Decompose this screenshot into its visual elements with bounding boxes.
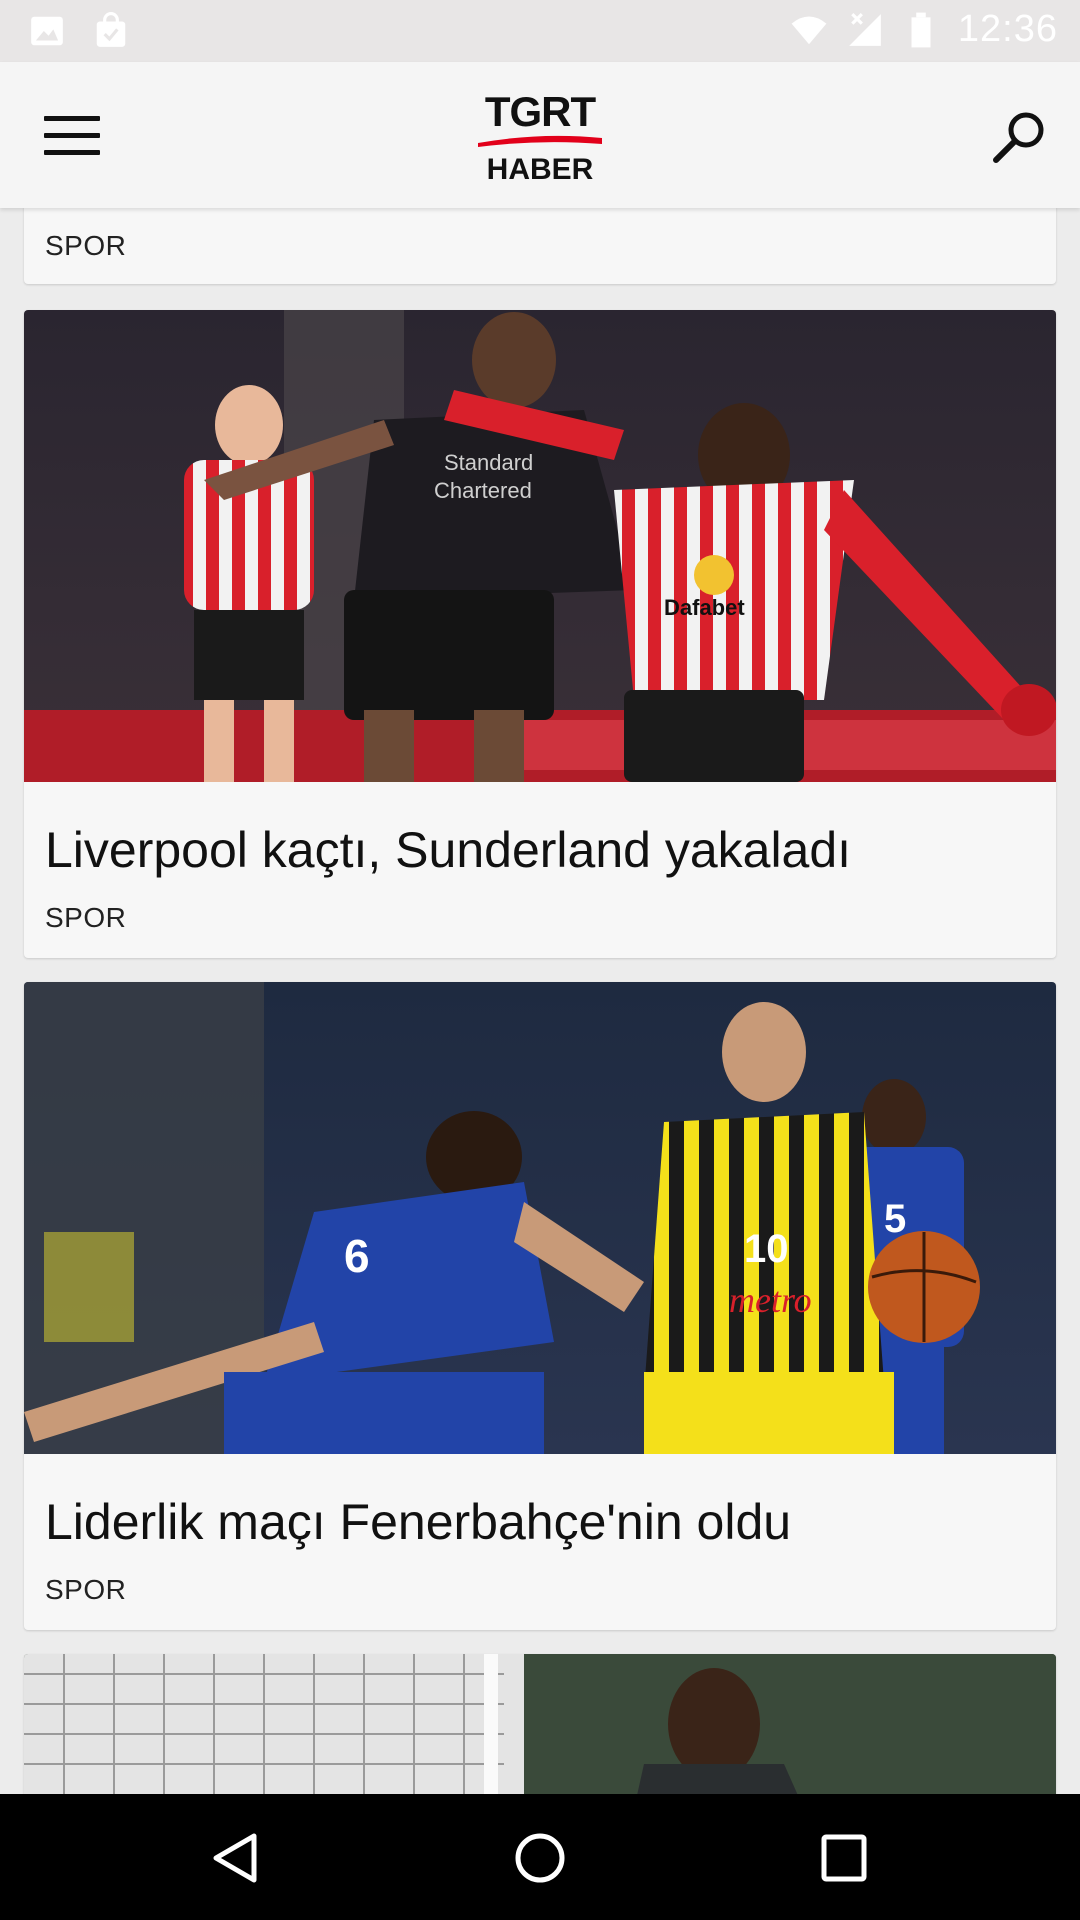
hamburger-menu-icon[interactable] (44, 116, 100, 156)
news-card[interactable]: Standard Chartered Dafabet Liverpool kaç… (24, 310, 1056, 958)
wifi-icon (791, 16, 827, 44)
home-icon[interactable] (510, 1830, 570, 1886)
signal-icon (849, 12, 881, 46)
svg-text:Dafabet: Dafabet (664, 595, 745, 620)
card-category: SPOR (45, 902, 127, 933)
svg-text:metro: metro (729, 1280, 812, 1320)
svg-text:Chartered: Chartered (434, 478, 532, 503)
basketball-match-photo: 5 10 metro 6 (24, 982, 1056, 1454)
svg-text:10: 10 (744, 1227, 789, 1271)
football-player-photo (24, 1654, 1056, 1794)
back-icon[interactable] (206, 1830, 266, 1886)
image-icon (31, 16, 63, 46)
logo-line1: TGRT (484, 88, 596, 135)
football-match-photo: Standard Chartered Dafabet (24, 310, 1056, 782)
news-feed: SPOR Standard Chartered Dafabet Liverpoo… (0, 208, 1080, 1794)
status-time: 12:36 (957, 8, 1058, 50)
card-category: SPOR (45, 1574, 127, 1605)
status-bar: 12:36 (0, 0, 1080, 62)
logo-line2: HABER (486, 153, 594, 186)
battery-icon (911, 12, 931, 47)
svg-text:5: 5 (884, 1197, 906, 1241)
tgrt-haber-logo[interactable]: TGRT HABER (474, 88, 606, 186)
news-card[interactable]: 5 10 metro 6 Liderlik maçı Fenerbahçe'ni… (24, 982, 1056, 1630)
search-icon[interactable] (988, 106, 1050, 168)
svg-text:Standard: Standard (444, 450, 533, 475)
card-title: Liderlik maçı Fenerbahçe'nin oldu (45, 1494, 792, 1550)
app-bar: TGRT HABER (0, 62, 1080, 208)
recents-icon[interactable] (814, 1830, 874, 1886)
svg-text:6: 6 (344, 1230, 370, 1282)
news-card[interactable] (24, 1654, 1056, 1794)
shopping-bag-icon (96, 12, 126, 47)
card-title: Liverpool kaçtı, Sunderland yakaladı (45, 822, 852, 878)
news-card[interactable]: SPOR (24, 208, 1056, 284)
system-nav-bar (0, 1794, 1080, 1920)
logo-swoosh (478, 135, 602, 147)
card-category: SPOR (45, 230, 127, 261)
